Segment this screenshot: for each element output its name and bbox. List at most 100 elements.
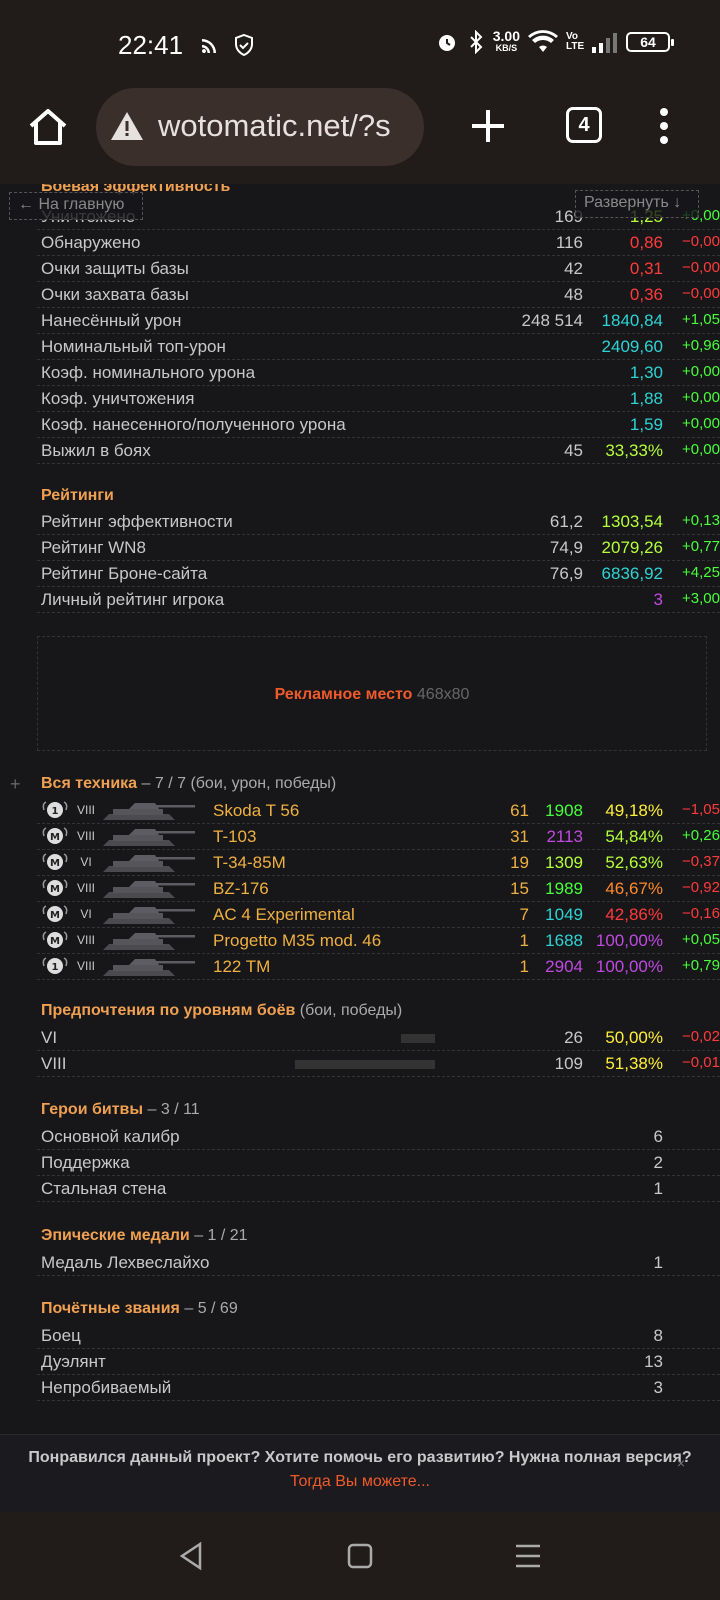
stat-delta: −0,00 <box>682 285 720 302</box>
stat-delta: +0,00 <box>682 415 720 432</box>
vehicle-damage: 1989 <box>545 879 583 898</box>
vehicle-damage: 1309 <box>545 853 583 872</box>
tier-share-bar <box>295 1060 435 1069</box>
vehicle-delta: −0,37 <box>682 853 720 870</box>
vehicle-name[interactable]: 122 TM <box>213 957 270 977</box>
stat-delta: −0,00 <box>682 259 720 276</box>
vehicle-row[interactable]: 1 VIII 122 TM 1 2904 100,00% +0,79 <box>37 954 720 980</box>
rating-label: Рейтинг эффективности <box>41 512 233 531</box>
home-icon[interactable] <box>27 106 69 148</box>
warning-icon[interactable] <box>110 110 144 142</box>
mastery-badge-icon: M <box>42 827 68 844</box>
svg-text:1: 1 <box>52 962 59 973</box>
vehicle-battles: 1 <box>519 957 529 976</box>
vehicle-delta: +0,05 <box>682 931 720 948</box>
vehicle-delta: +0,26 <box>682 827 720 844</box>
vehicle-damage: 1049 <box>545 905 583 924</box>
section-title-vehicles: Вся техника – 7 / 7 (бои, урон, победы) <box>41 775 337 792</box>
expand-plus-icon[interactable]: + <box>10 774 21 795</box>
signal-icon <box>592 33 617 53</box>
vehicle-winrate: 42,86% <box>605 905 663 924</box>
address-bar[interactable]: wotomatic.net/?s <box>96 88 424 166</box>
achievement-label: Стальная стена <box>41 1179 167 1198</box>
tier-row: VI 26 50,00% −0,02 <box>37 1025 720 1051</box>
vehicle-row[interactable]: M VI AC 4 Experimental 7 1049 42,86% −0,1… <box>37 902 720 928</box>
close-banner-icon[interactable]: × <box>677 1455 685 1471</box>
stat-avg: 0,36 <box>629 285 663 304</box>
shield-check-icon <box>235 33 253 57</box>
url-text[interactable]: wotomatic.net/?s <box>158 108 413 144</box>
section-title-tier-preferences: Предпочтения по уровням боёв (бои, побед… <box>41 1002 403 1019</box>
stat-row: Нанесённый урон 248 514 1840,84 +1,05 <box>37 308 720 334</box>
home-nav-icon[interactable] <box>344 1540 376 1572</box>
achievement-count: 1 <box>653 1179 663 1198</box>
cast-icon <box>202 39 216 54</box>
vehicle-row[interactable]: M VIII BZ-176 15 1989 46,67% −0,92 <box>37 876 720 902</box>
ad-placeholder[interactable]: Рекламное место 468x80 <box>37 636 707 751</box>
vehicle-tier: VIII <box>76 803 95 817</box>
rating-row: Рейтинг Броне-сайта 76,9 6836,92 +4,25 <box>37 561 720 587</box>
wifi-icon <box>528 30 558 52</box>
stat-delta: +0,96 <box>682 337 720 354</box>
svg-text:M: M <box>50 936 60 947</box>
vehicle-battles: 61 <box>510 801 529 820</box>
vehicle-battles: 7 <box>519 905 529 924</box>
achievement-label: Дуэлянт <box>41 1352 106 1371</box>
achievement-count: 8 <box>653 1326 663 1345</box>
vehicle-name[interactable]: T-103 <box>213 827 256 847</box>
stat-value: 116 <box>555 233 583 252</box>
tier-battles: 109 <box>554 1054 583 1073</box>
new-tab-icon[interactable] <box>470 108 506 144</box>
vehicle-row[interactable]: 1 VIII Skoda T 56 61 1908 49,18% −1,05 <box>37 798 720 824</box>
ad-label: Рекламное место <box>274 686 413 703</box>
stat-avg: 0,31 <box>629 259 663 278</box>
tier-winrate: 50,00% <box>605 1028 663 1047</box>
rating-row: Рейтинг эффективности 61,2 1303,54 +0,13 <box>37 509 720 535</box>
back-icon[interactable] <box>176 1540 208 1572</box>
rating-value: 3 <box>653 590 663 609</box>
stat-row: Очки захвата базы 48 0,36 −0,00 <box>37 282 720 308</box>
vehicle-row[interactable]: M VIII Progetto M35 mod. 46 1 1688 100,00… <box>37 928 720 954</box>
stat-row: Коэф. уничтожения 1,88 +0,00 <box>37 386 720 412</box>
vehicle-name[interactable]: Skoda T 56 <box>213 801 299 821</box>
achievement-row: Медаль Лехвеслайхо 1 <box>37 1250 720 1276</box>
vehicle-winrate: 52,63% <box>605 853 663 872</box>
stat-label: Коэф. нанесенного/полученного урона <box>41 415 346 434</box>
vehicle-delta: +0,79 <box>682 957 720 974</box>
vehicle-name[interactable]: AC 4 Experimental <box>213 905 355 925</box>
vehicle-winrate: 100,00% <box>595 957 663 976</box>
alarm-icon <box>438 35 455 51</box>
vehicle-name[interactable]: T-34-85M <box>213 853 286 873</box>
vehicle-row[interactable]: M VIII T-103 31 2113 54,84% +0,26 <box>37 824 720 850</box>
support-link[interactable]: Тогда Вы можете... <box>0 1473 720 1491</box>
recents-icon[interactable] <box>512 1540 544 1572</box>
rating-percentile: 76,9 <box>549 564 583 583</box>
vehicle-name[interactable]: BZ-176 <box>213 879 269 899</box>
support-banner: Понравился данный проект? Хотите помочь … <box>0 1434 720 1512</box>
vehicle-battles: 1 <box>519 931 529 950</box>
mastery-badge-icon: 1 <box>42 801 68 818</box>
mastery-badge-icon: 1 <box>42 957 68 974</box>
stat-row: Обнаружено 116 0,86 −0,00 <box>37 230 720 256</box>
achievement-label: Боец <box>41 1326 81 1345</box>
tank-silhouette-icon <box>103 959 195 976</box>
vehicle-row[interactable]: M VI T-34-85M 19 1309 52,63% −0,37 <box>37 850 720 876</box>
rating-row: Личный рейтинг игрока 3 +3,00 <box>37 587 720 613</box>
stat-label: Номинальный топ-урон <box>41 337 226 356</box>
rating-value: 1303,54 <box>601 512 663 531</box>
expand-link[interactable]: Развернуть ↓ <box>575 190 699 218</box>
rating-percentile: 61,2 <box>549 512 583 531</box>
vehicle-winrate: 54,84% <box>605 827 663 846</box>
achievement-row: Дуэлянт 13 <box>37 1349 720 1375</box>
section-title-epic-medals: Эпические медали – 1 / 21 <box>41 1227 248 1244</box>
stat-value: 42 <box>564 259 583 278</box>
tab-switcher-button[interactable]: 4 <box>566 107 602 143</box>
overflow-menu-icon[interactable] <box>654 106 674 146</box>
stat-label: Обнаружено <box>41 233 141 252</box>
svg-text:M: M <box>50 910 60 921</box>
back-to-home-link[interactable]: ← На главную <box>9 192 143 220</box>
vehicle-tier: VIII <box>76 829 95 843</box>
tank-silhouette-icon <box>103 933 195 950</box>
rating-delta: +3,00 <box>682 590 720 607</box>
vehicle-name[interactable]: Progetto M35 mod. 46 <box>213 931 381 951</box>
